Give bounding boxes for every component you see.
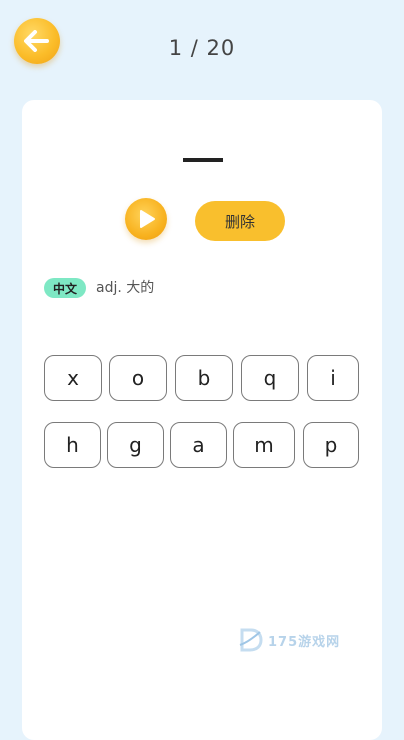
watermark-text: 175游戏网 (268, 634, 341, 650)
letter-key[interactable]: b (175, 355, 233, 401)
answer-slot (183, 158, 223, 162)
play-icon (140, 210, 155, 228)
letter-key[interactable]: x (44, 355, 102, 401)
delete-button[interactable]: 删除 (195, 201, 285, 241)
letter-key[interactable]: o (109, 355, 167, 401)
watermark: 175游戏网 (238, 627, 340, 653)
letter-key[interactable]: i (307, 355, 359, 401)
letter-key[interactable]: q (241, 355, 299, 401)
letter-key[interactable]: h (44, 422, 101, 468)
letter-key[interactable]: m (233, 422, 295, 468)
letter-key[interactable]: a (170, 422, 227, 468)
language-tag: 中文 (44, 278, 86, 298)
letter-key[interactable]: g (107, 422, 164, 468)
site-logo-icon (239, 628, 263, 652)
letter-key[interactable]: p (303, 422, 359, 468)
word-definition: adj. 大的 (96, 280, 155, 296)
progress-counter: 1 / 20 (168, 36, 236, 60)
play-pronunciation-button[interactable] (125, 198, 167, 240)
